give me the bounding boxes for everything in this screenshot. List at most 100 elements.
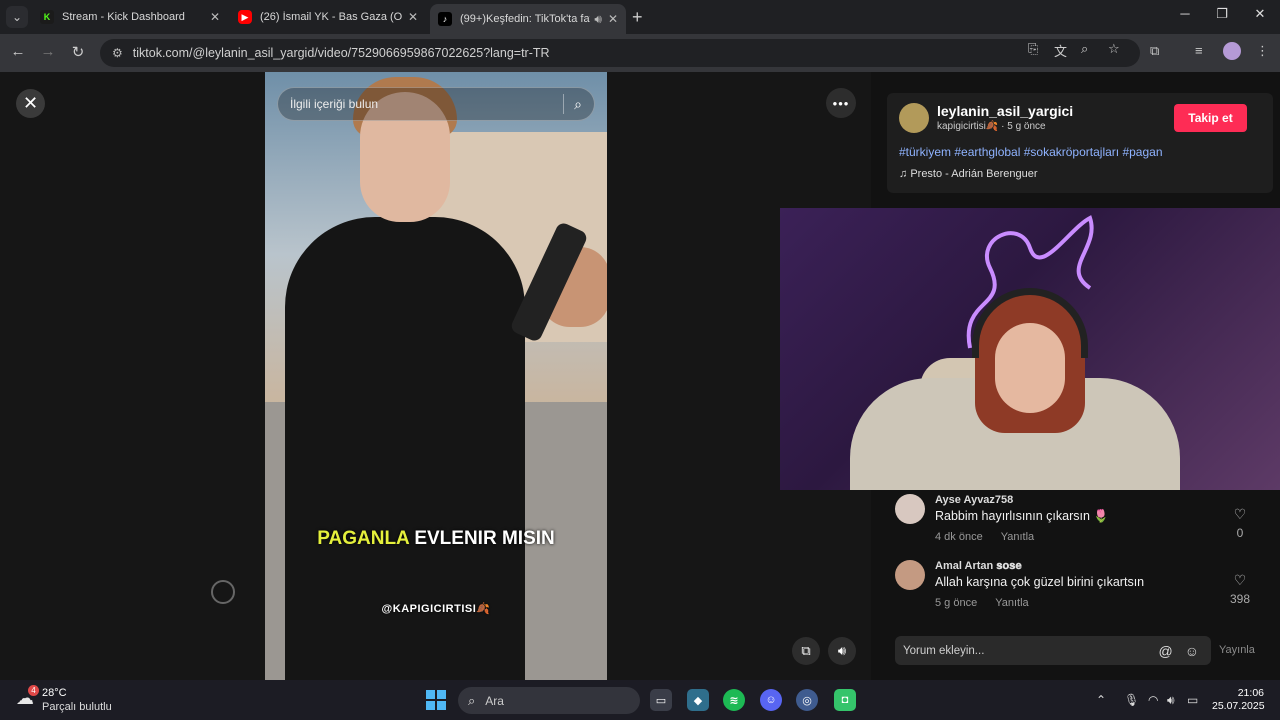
- pip-icon[interactable]: ⧉: [792, 637, 820, 665]
- windows-start-icon[interactable]: [426, 690, 446, 710]
- new-tab-button[interactable]: +: [632, 7, 643, 28]
- video-caption: PAGANLA EVLENIR MISIN: [265, 528, 607, 550]
- comment-meta: 4 dk önce Yanıtla: [935, 531, 1034, 543]
- hashtags[interactable]: #türkiyem #earthglobal #sokakröportajlar…: [899, 145, 1163, 159]
- install-app-icon[interactable]: ⎘: [1028, 41, 1038, 57]
- post-time: · 5 g önce: [1001, 121, 1046, 132]
- wifi-icon[interactable]: ◠: [1148, 693, 1158, 707]
- like-count: 0: [1236, 526, 1244, 540]
- task-view-icon[interactable]: ▭: [650, 689, 672, 711]
- mention-icon[interactable]: @: [1158, 643, 1172, 659]
- commenter-name[interactable]: Amal Artan 𝐬𝐨𝐬𝐞: [935, 560, 1022, 573]
- tab-title: Stream - Kick Dashboard: [62, 11, 185, 23]
- reply-button[interactable]: Yanıtla: [995, 597, 1028, 609]
- weather-condition[interactable]: Parçalı bulutlu: [42, 701, 112, 713]
- discord-icon[interactable]: ☺: [760, 689, 782, 711]
- emoji-icon[interactable]: ☺: [1185, 643, 1199, 659]
- divider: [563, 94, 565, 114]
- music-row[interactable]: ♫ Presto - Adrián Berenguer: [899, 168, 1038, 180]
- close-tab-icon[interactable]: ✕: [408, 10, 418, 24]
- address-bar[interactable]: ⚙ tiktok.com/@leylanin_asil_yargid/video…: [100, 39, 1140, 67]
- like-count: 398: [1229, 592, 1251, 606]
- caption-highlight: PAGANLA: [317, 528, 410, 549]
- heart-icon[interactable]: ♡: [1225, 572, 1255, 589]
- commenter-avatar[interactable]: [895, 494, 925, 524]
- back-button[interactable]: ←: [8, 43, 28, 60]
- tab-title: (26) İsmail YK - Bas Gaza (Offici: [260, 11, 402, 23]
- chat-app-icon[interactable]: ◘: [834, 689, 856, 711]
- bookmark-star-icon[interactable]: ☆: [1108, 41, 1120, 57]
- speaker-icon[interactable]: 🔊︎: [594, 12, 602, 27]
- author-meta: kapigicirtisi🍂 · 5 g önce: [937, 121, 1046, 132]
- chrome-icon[interactable]: ◎: [796, 689, 818, 711]
- reload-button[interactable]: ↻: [68, 43, 88, 61]
- webcam-overlay: [780, 208, 1280, 490]
- forward-button[interactable]: →: [38, 43, 58, 60]
- microphone-icon[interactable]: 🎙︎: [1124, 693, 1139, 707]
- clock[interactable]: 21:06 25.07.2025: [1212, 687, 1265, 713]
- chevron-up-icon[interactable]: ⌃: [1096, 693, 1106, 707]
- media-controls-icon[interactable]: ≡: [1195, 43, 1203, 58]
- video-player[interactable]: İlgili içeriği bulun ⌕ PAGANLA EVLENIR M…: [265, 72, 607, 680]
- battery-icon[interactable]: ▭: [1187, 693, 1198, 707]
- search-icon[interactable]: ⌕: [574, 96, 582, 113]
- minimize-button[interactable]: ─: [1175, 6, 1195, 21]
- zoom-icon[interactable]: ⌕: [1081, 41, 1088, 57]
- commenter-avatar[interactable]: [895, 560, 925, 590]
- comment-input[interactable]: Yorum ekleyin... @ ☺: [895, 636, 1211, 665]
- close-video-button[interactable]: ✕: [16, 89, 45, 118]
- tab-kick[interactable]: K Stream - Kick Dashboard ✕: [32, 4, 228, 30]
- taskbar-search[interactable]: ⌕ Ara: [458, 687, 640, 714]
- close-window-button[interactable]: ✕: [1250, 6, 1270, 22]
- commenter-name[interactable]: Ayse Ayvaz758: [935, 494, 1013, 506]
- comment-text: Allah karşına çok güzel birini çıkartsın: [935, 575, 1145, 589]
- tab-youtube[interactable]: ▶ (26) İsmail YK - Bas Gaza (Offici ✕: [230, 4, 426, 30]
- clock-date: 25.07.2025: [1212, 700, 1265, 712]
- author-nickname: kapigicirtisi🍂: [937, 121, 999, 132]
- related-search-bar[interactable]: İlgili içeriği bulun ⌕: [277, 87, 595, 121]
- volume-icon[interactable]: 🔊︎: [828, 637, 856, 665]
- spotify-icon[interactable]: ≋: [723, 689, 745, 711]
- restore-button[interactable]: ❐: [1212, 6, 1232, 22]
- extensions-icon[interactable]: ⧉: [1150, 43, 1159, 59]
- search-icon: ⌕: [468, 692, 476, 708]
- tiktok-icon: ♪: [438, 12, 452, 26]
- browser-toolbar: ← → ↻ ⚙ tiktok.com/@leylanin_asil_yargid…: [0, 34, 1280, 72]
- site-info-icon[interactable]: ⚙: [112, 46, 123, 60]
- follow-button[interactable]: Takip et: [1174, 104, 1247, 132]
- kick-icon: K: [40, 10, 54, 24]
- post-comment-button[interactable]: Yayınla: [1219, 644, 1255, 656]
- weather-badge: 4: [28, 685, 39, 696]
- caption-rest: EVLENIR MISIN: [409, 528, 555, 549]
- translate-icon[interactable]: 文: [1054, 41, 1067, 60]
- music-title: Presto - Adrián Berenguer: [910, 168, 1038, 180]
- search-placeholder: İlgili içeriği bulun: [290, 97, 379, 111]
- video-watermark: @KAPIGICIRTISI🍂: [381, 603, 491, 615]
- author-username[interactable]: leylanin_asil_yargici: [937, 103, 1073, 119]
- close-tab-icon[interactable]: ✕: [210, 10, 220, 24]
- comment-placeholder: Yorum ekleyin...: [903, 644, 985, 657]
- volume-icon[interactable]: 🔊︎: [1167, 693, 1175, 708]
- comment-text: Rabbim hayırlısının çıkarsın 🌷: [935, 509, 1109, 523]
- browser-menu-icon[interactable]: ⋮: [1256, 43, 1269, 59]
- comment-time: 4 dk önce: [935, 531, 983, 543]
- more-options-button[interactable]: •••: [826, 88, 856, 118]
- taskbar: [0, 680, 1280, 720]
- tab-tiktok[interactable]: ♪ (99+)Keşfedin: TikTok'ta fav 🔊︎ ✕: [430, 4, 626, 34]
- youtube-icon: ▶: [238, 10, 252, 24]
- app-icon[interactable]: ◆: [687, 689, 709, 711]
- tab-search-button[interactable]: ⌄: [6, 6, 28, 28]
- tab-bar: ⌄ K Stream - Kick Dashboard ✕ ▶ (26) İsm…: [0, 0, 1280, 34]
- close-tab-icon[interactable]: ✕: [608, 12, 618, 26]
- profile-avatar[interactable]: [1223, 42, 1241, 60]
- heart-icon[interactable]: ♡: [1225, 506, 1255, 523]
- comment-time: 5 g önce: [935, 597, 978, 609]
- clock-time: 21:06: [1237, 687, 1264, 699]
- reply-button[interactable]: Yanıtla: [1001, 531, 1034, 543]
- comment-item: Ayse Ayvaz758 Rabbim hayırlısının çıkars…: [895, 494, 1255, 554]
- temperature[interactable]: 28°C: [42, 687, 67, 699]
- author-avatar[interactable]: [899, 103, 929, 133]
- comment-item: Amal Artan 𝐬𝐨𝐬𝐞 Allah karşına çok güzel …: [895, 560, 1255, 620]
- comment-meta: 5 g önce Yanıtla: [935, 597, 1029, 609]
- loading-spinner: [211, 580, 235, 604]
